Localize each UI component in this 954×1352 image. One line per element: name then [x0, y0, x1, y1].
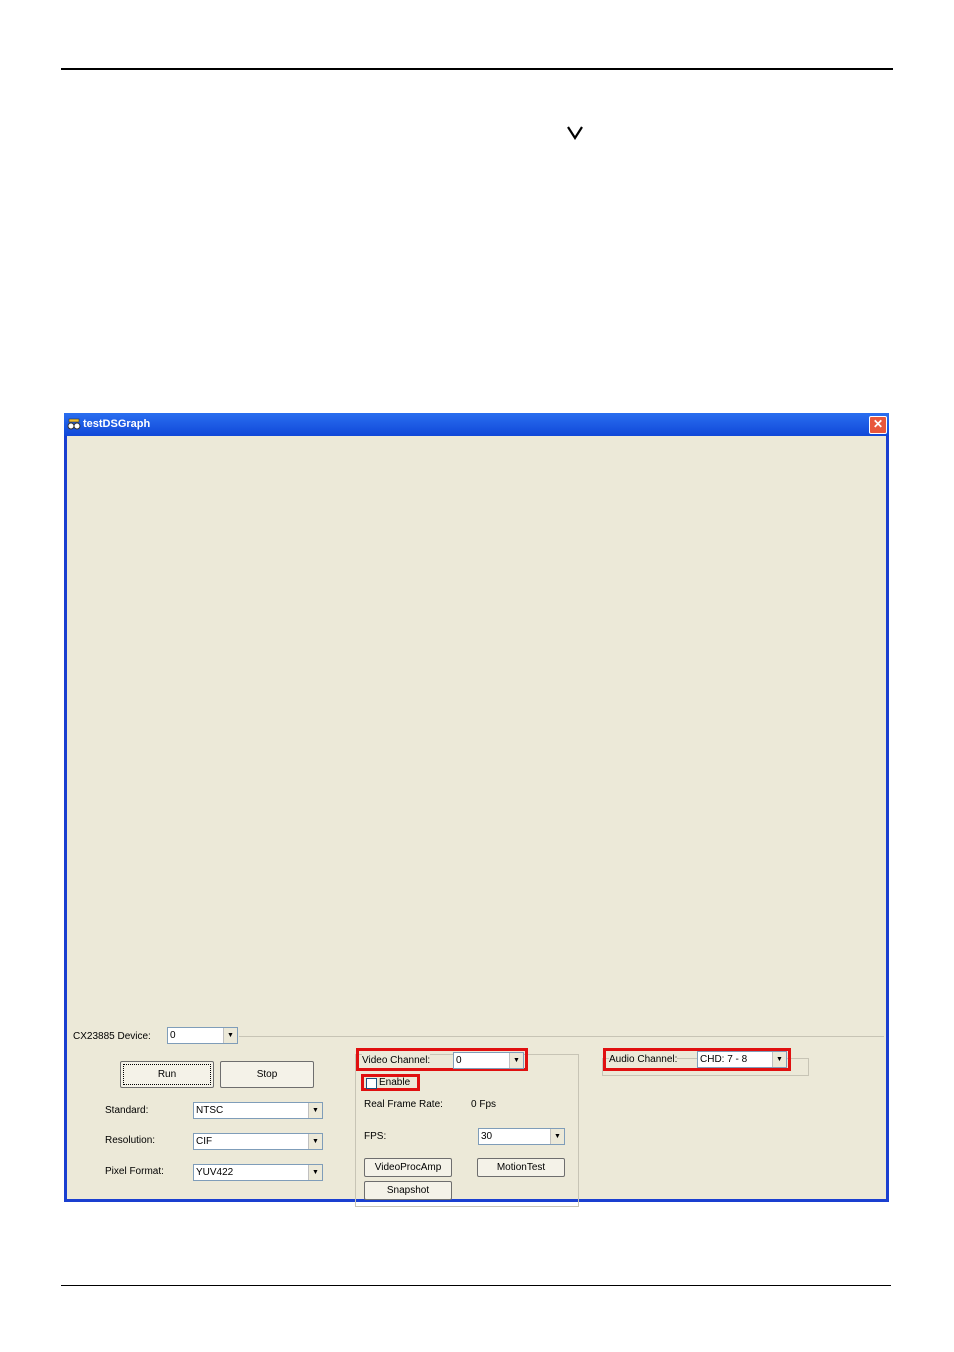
enable-checkbox[interactable]	[366, 1078, 377, 1089]
standard-value: NTSC	[196, 1105, 224, 1116]
device-select[interactable]: 0 ▼	[167, 1027, 238, 1044]
run-button[interactable]: Run	[120, 1061, 214, 1088]
window-title: testDSGraph	[83, 418, 151, 430]
standard-label: Standard:	[105, 1105, 149, 1116]
resolution-select[interactable]: CIF ▼	[193, 1133, 323, 1150]
frame-rate-value: 0 Fps	[471, 1099, 497, 1110]
audio-channel-label: Audio Channel:	[609, 1053, 678, 1066]
header-rule	[61, 68, 893, 70]
fps-value: 30	[481, 1131, 493, 1142]
chevron-down-icon[interactable]: ▼	[772, 1052, 786, 1067]
stop-button[interactable]: Stop	[220, 1061, 314, 1088]
pixel-format-label: Pixel Format:	[105, 1166, 164, 1177]
video-channel-value: 0	[456, 1055, 462, 1066]
audio-channel-select[interactable]: CHD: 7 - 8 ▼	[697, 1051, 787, 1068]
pixel-format-select[interactable]: YUV422 ▼	[193, 1164, 323, 1181]
app-window: testDSGraph ✕ CX23885 Device: 0 ▼ Run St…	[64, 413, 889, 1207]
close-icon[interactable]: ✕	[869, 416, 887, 434]
video-channel-label: Video Channel:	[362, 1054, 431, 1067]
chevron-down-icon[interactable]: ▼	[550, 1129, 564, 1144]
app-icon	[67, 418, 81, 430]
title-bar[interactable]: testDSGraph ✕	[64, 413, 889, 436]
device-label: CX23885 Device:	[73, 1031, 151, 1042]
enable-label[interactable]: Enable	[379, 1076, 410, 1089]
device-value: 0	[170, 1030, 176, 1041]
videoprocamp-button[interactable]: VideoProcAmp	[364, 1158, 452, 1177]
chevron-down-icon[interactable]: ▼	[308, 1134, 322, 1149]
motiontest-button[interactable]: MotionTest	[477, 1158, 565, 1177]
frame-rate-label: Real Frame Rate:	[364, 1099, 443, 1110]
fps-label: FPS:	[364, 1131, 387, 1142]
resolution-label: Resolution:	[105, 1135, 156, 1146]
footer-rule	[61, 1285, 891, 1286]
chevron-down-icon[interactable]: ▼	[223, 1028, 237, 1043]
pixel-format-value: YUV422	[196, 1167, 234, 1178]
dialog-client-area: CX23885 Device: 0 ▼ Run Stop Standard: N…	[67, 436, 886, 1207]
chevron-down-icon[interactable]: ▼	[509, 1053, 523, 1068]
video-channel-select[interactable]: 0 ▼	[453, 1052, 524, 1069]
snapshot-button[interactable]: Snapshot	[364, 1181, 452, 1200]
chevron-down-icon	[567, 126, 583, 140]
chevron-down-icon[interactable]: ▼	[308, 1103, 322, 1118]
standard-select[interactable]: NTSC ▼	[193, 1102, 323, 1119]
fps-select[interactable]: 30 ▼	[478, 1128, 565, 1145]
audio-channel-value: CHD: 7 - 8	[700, 1054, 748, 1065]
resolution-value: CIF	[196, 1136, 213, 1147]
chevron-down-icon[interactable]: ▼	[308, 1165, 322, 1180]
divider	[239, 1036, 884, 1037]
